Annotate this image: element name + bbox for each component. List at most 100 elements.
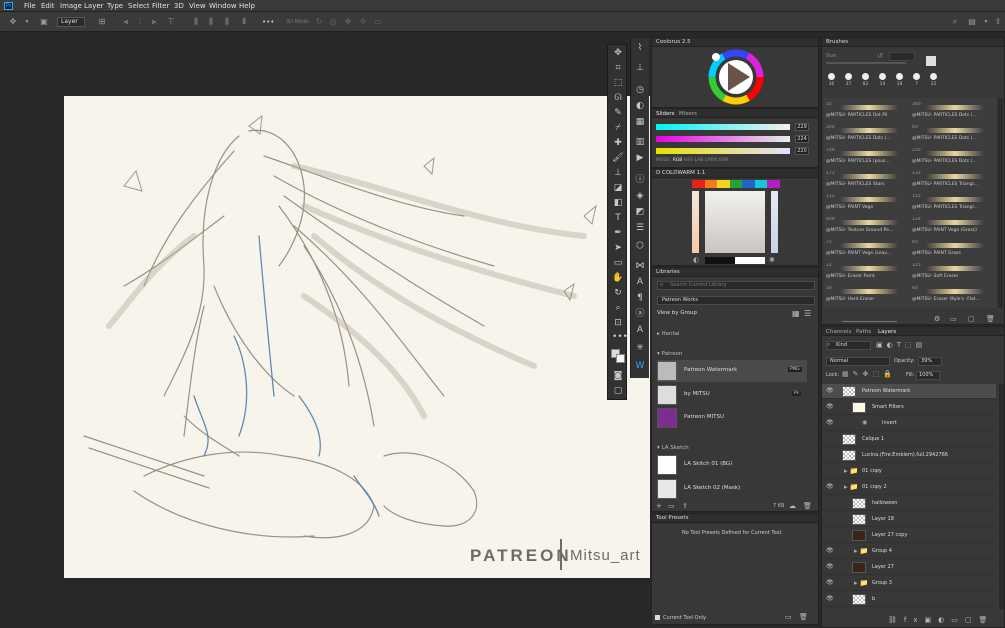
brush-preset[interactable]: 60 @MITSU- PAINT Grass [912, 240, 990, 261]
filter-kind-select[interactable]: Kind [826, 341, 871, 350]
workspace-icon[interactable]: ▤ [967, 17, 977, 26]
crop-tool-icon[interactable]: ⌗ [612, 62, 624, 74]
info-icon[interactable]: ⓘ [634, 174, 646, 186]
filter-visibility-icon[interactable]: ◉ [862, 419, 867, 426]
layer-row[interactable]: 👁 ▸ 📁 Group 3 [822, 576, 996, 591]
opacity-input[interactable]: 39% [918, 357, 942, 366]
pen-tool-icon[interactable]: ✒ [612, 227, 624, 239]
layer-row[interactable]: Layer 27 copy [822, 528, 996, 543]
gradient-tool-icon[interactable]: ◧ [612, 197, 624, 209]
blend-mode-select[interactable]: Normal [826, 357, 890, 366]
mode-lab[interactable]: LAB [695, 158, 704, 163]
mode-rgb[interactable]: RGB [673, 158, 683, 163]
menu-filter[interactable]: Filter [152, 2, 169, 10]
color-icon[interactable]: ▥ [634, 136, 646, 148]
align-right-icon[interactable]: ⫸ [149, 17, 159, 26]
brush-settings-icon[interactable]: ⚙ [934, 315, 940, 323]
folder-icon[interactable]: ▸ 📁 [854, 547, 868, 555]
quick-select-tool-icon[interactable]: ✎ [612, 107, 624, 119]
hue-swatch[interactable] [742, 180, 755, 188]
screen-mode-icon[interactable]: ▢ [612, 385, 624, 397]
chevron-down-icon[interactable]: ▾ [22, 17, 32, 26]
mode-cmyk[interactable]: CMYK [705, 158, 718, 163]
folder-icon[interactable]: ▭ [950, 315, 957, 323]
layer-actions[interactable]: ⛓fx▣◐▭▢🗑 [888, 616, 994, 624]
brush-preset[interactable]: 204 @MITSU- PARTICLES Dots (... [826, 125, 904, 146]
3d-slide-icon[interactable]: ✢ [358, 17, 368, 26]
layer-row[interactable]: 👁 b [822, 592, 996, 607]
menu-layer[interactable]: Layer [84, 2, 104, 10]
reset-icon[interactable]: ↺ [877, 52, 883, 60]
healing-tool-icon[interactable]: ✚ [612, 137, 624, 149]
brush-preset[interactable]: 75 @MITSU- PAINT Vege (Leav... [826, 240, 904, 261]
recent-brush[interactable]: 37 [841, 73, 856, 91]
tab-sliders[interactable]: Sliders [656, 110, 675, 118]
layer-row[interactable]: halloween [822, 496, 996, 511]
hue-swatch[interactable] [754, 180, 768, 188]
tab-layers[interactable]: Layers [878, 328, 896, 336]
brush-preset[interactable]: 155 @MITSU- PARTICLES Triangl... [912, 194, 990, 215]
cloud-icon[interactable]: ☁ [789, 502, 796, 510]
timeline-icon[interactable]: ⋈ [634, 260, 646, 272]
contrast-icon[interactable]: ◐ [693, 256, 699, 264]
visibility-eye-icon[interactable]: 👁 [826, 483, 834, 491]
recent-brush[interactable]: 22 [926, 73, 941, 91]
preview-slider[interactable] [842, 321, 897, 322]
white-swatch[interactable] [735, 257, 765, 264]
distribute-spacing-icon[interactable]: ⫴ [239, 17, 249, 26]
visibility-eye-icon[interactable]: 👁 [826, 563, 834, 571]
more-tools-icon[interactable]: ••• [612, 331, 628, 343]
visibility-eye-icon[interactable] [826, 531, 834, 539]
menu-file[interactable]: File [24, 2, 36, 10]
notes-icon[interactable]: ✳ [634, 342, 646, 354]
chevron-down-icon[interactable]: ▾ [981, 17, 991, 26]
current-tool-checkbox[interactable] [655, 615, 660, 620]
visibility-eye-icon[interactable]: 👁 [826, 419, 834, 427]
brush-tool-icon[interactable]: 🖌 [612, 152, 624, 164]
slider-channel-2[interactable]: 224 [656, 135, 816, 143]
library-select[interactable]: Patreon Works [657, 296, 815, 305]
color-wheel[interactable] [708, 49, 764, 105]
align-top-icon[interactable]: ⊤ [166, 17, 176, 26]
trash-icon[interactable]: 🗑 [799, 613, 808, 621]
size-slider[interactable] [826, 62, 906, 64]
shape-tool-icon[interactable]: ▭ [612, 257, 624, 269]
library-item[interactable]: LA Sketch 02 (Mask) [657, 478, 807, 500]
recent-brush[interactable]: 14 [875, 73, 890, 91]
library-item[interactable]: Patreon Watermark PNG [657, 360, 807, 382]
layer-row[interactable]: Calque 1 [822, 432, 996, 447]
visibility-eye-icon[interactable]: 👁 [826, 547, 834, 555]
history-icon[interactable]: ◷ [634, 84, 646, 96]
hue-swatch[interactable] [767, 180, 781, 188]
brush-preset[interactable]: 173 @MITSU- PARTICLES Stars [826, 171, 904, 192]
align-left-icon[interactable]: ⫷ [121, 17, 131, 26]
brush-preset[interactable]: 360 @MITSU- PARTICLES Dots (... [912, 102, 990, 123]
hue-swatch[interactable] [704, 180, 718, 188]
library-group-patreon[interactable]: ▾ Patreon [657, 351, 683, 357]
layer-row[interactable]: 👁 Smart Filters [822, 400, 996, 415]
3d-pan-icon[interactable]: ✥ [343, 17, 353, 26]
properties-icon[interactable]: ☰ [634, 222, 646, 234]
grid-view-icon[interactable]: ▦ [792, 309, 800, 318]
layer-row[interactable]: 👁 ▸ 📁 01 copy 2 [822, 480, 996, 495]
layer-row[interactable]: 👁 Layer 27 [822, 560, 996, 575]
edit-toolbar-icon[interactable]: ⊡ [612, 317, 624, 329]
brush-preset[interactable]: 749 @MITSU- PARTICLES (pous... [826, 148, 904, 169]
layer-filter-icons[interactable]: ▣◐T⬚▤ [876, 341, 926, 349]
move-tool-icon[interactable]: ✥ [612, 47, 624, 59]
settings-gear-icon[interactable]: ✺ [769, 256, 775, 264]
recent-brush[interactable]: 82 [858, 73, 873, 91]
rotate-view-tool-icon[interactable]: ↻ [612, 287, 624, 299]
warm-column[interactable] [692, 191, 699, 253]
cool-column[interactable] [771, 191, 778, 253]
add-icon[interactable]: + [656, 502, 662, 510]
layer-row[interactable]: Lucina.(Fire.Emblem).full.2942766 [822, 448, 996, 463]
layer-row[interactable]: ▸ 📁 01 copy [822, 464, 996, 479]
3d-scale-icon[interactable]: ▭ [373, 17, 383, 26]
visibility-eye-icon[interactable]: 👁 [826, 387, 834, 395]
new-preset-icon[interactable]: ▭ [785, 613, 792, 621]
slider-channel-1[interactable]: 229 [656, 123, 816, 131]
tab-mixers[interactable]: Mixers [679, 110, 697, 118]
slider-value-3[interactable]: 220 [795, 147, 809, 155]
brush-preset[interactable]: 133 @MITSU- PARTICLES Triangl... [912, 171, 990, 192]
